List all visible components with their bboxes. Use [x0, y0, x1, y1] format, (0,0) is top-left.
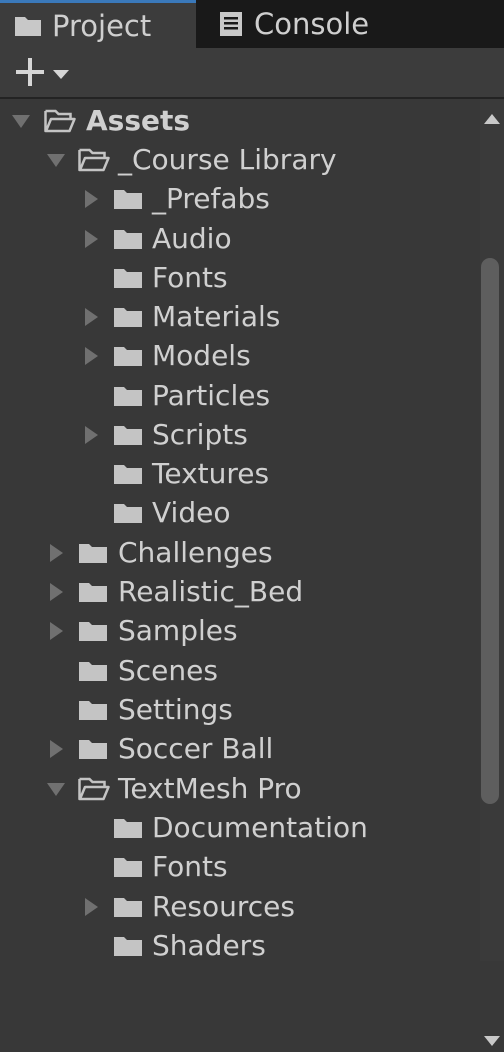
folder-icon	[78, 651, 110, 690]
tree-item-resources[interactable]: Resources	[0, 887, 480, 926]
tree-item-label: Resources	[152, 890, 295, 923]
expand-arrow-right-icon[interactable]	[78, 415, 104, 454]
expand-arrow-right-icon[interactable]	[43, 611, 69, 650]
tree-item-label: Soccer Ball	[118, 732, 274, 765]
tree-item-audio[interactable]: Audio	[0, 219, 480, 258]
tree-item-textures[interactable]: Textures	[0, 454, 480, 493]
expand-arrow-right-icon[interactable]	[78, 887, 104, 926]
tree-item-label: Challenges	[118, 536, 273, 569]
tree-item-label: Documentation	[152, 811, 368, 844]
tree-item-challenges[interactable]: Challenges	[0, 533, 480, 572]
expand-arrow-right-icon[interactable]	[78, 219, 104, 258]
expand-arrow-right-icon[interactable]	[43, 729, 69, 768]
tree-item-label: Fonts	[152, 850, 228, 883]
folder-icon	[113, 454, 145, 493]
tree-item-label: Textures	[152, 457, 270, 490]
tree-item-realistic-bed[interactable]: Realistic_Bed	[0, 572, 480, 611]
tab-bar: Project Console	[0, 0, 504, 48]
expand-arrow-down-icon[interactable]	[43, 140, 69, 179]
tree-item-materials[interactable]: Materials	[0, 297, 480, 336]
toolbar	[0, 48, 504, 99]
tree-item-label: Fonts	[152, 261, 228, 294]
expand-arrow-right-icon[interactable]	[78, 297, 104, 336]
folder-icon	[113, 493, 145, 532]
folder-icon	[113, 258, 145, 297]
expand-arrow-right-icon[interactable]	[43, 572, 69, 611]
tree-item-assets[interactable]: Assets	[0, 101, 480, 140]
tree-item-fonts[interactable]: Fonts	[0, 847, 480, 886]
tree-item-label: Scenes	[118, 654, 218, 687]
tab-console[interactable]: Console	[218, 0, 369, 48]
tree-item-samples[interactable]: Samples	[0, 611, 480, 650]
folder-icon	[113, 847, 145, 886]
caret-down-icon	[52, 65, 70, 84]
tree-item-shaders[interactable]: Shaders	[0, 926, 480, 961]
scroll-down-arrow-icon[interactable]	[482, 1033, 502, 1052]
folder-icon	[113, 415, 145, 454]
folder-icon	[113, 926, 145, 961]
tree-item-particles[interactable]: Particles	[0, 376, 480, 415]
tab-project[interactable]: Project	[0, 0, 196, 48]
tree-item-label: Assets	[86, 104, 191, 137]
tree-item-settings[interactable]: Settings	[0, 690, 480, 729]
folder-icon	[113, 336, 145, 375]
tree-item-label: Video	[152, 496, 231, 529]
tab-label: Console	[254, 7, 370, 41]
tree-item-documentation[interactable]: Documentation	[0, 808, 480, 847]
tree-item-label: _Course Library	[118, 143, 337, 176]
tree-item-prefabs[interactable]: _Prefabs	[0, 179, 480, 218]
folder-icon	[113, 808, 145, 847]
folder-icon	[113, 376, 145, 415]
folder-icon	[113, 179, 145, 218]
expand-arrow-right-icon[interactable]	[78, 179, 104, 218]
expand-arrow-down-icon[interactable]	[43, 769, 69, 808]
folder-icon	[78, 690, 110, 729]
tree-item-label: Particles	[152, 379, 271, 412]
expand-arrow-right-icon[interactable]	[43, 533, 69, 572]
folder-icon	[113, 219, 145, 258]
add-asset-button[interactable]	[14, 58, 70, 90]
tree-item-textmesh-pro[interactable]: TextMesh Pro	[0, 769, 480, 808]
project-tree: Assets _Course Library _Prefabs Audio Fonts M…	[0, 99, 480, 961]
tree-item-label: Settings	[118, 693, 233, 726]
tree-item-video[interactable]: Video	[0, 493, 480, 532]
tree-item-label: Scripts	[152, 418, 248, 451]
tree-item-label: TextMesh Pro	[118, 772, 302, 805]
scroll-up-arrow-icon[interactable]	[482, 111, 502, 130]
tab-label: Project	[52, 8, 152, 43]
tree-item-models[interactable]: Models	[0, 336, 480, 375]
expand-arrow-down-icon[interactable]	[8, 101, 34, 140]
tree-item-label: Shaders	[152, 929, 266, 961]
tree-item-label: Materials	[152, 300, 281, 333]
tree-item-label: Realistic_Bed	[118, 575, 304, 608]
tree-item-label: Samples	[118, 614, 238, 647]
folder-icon	[113, 887, 145, 926]
tree-item-label: Models	[152, 339, 251, 372]
folder-icon	[78, 533, 110, 572]
tree-item-fonts[interactable]: Fonts	[0, 258, 480, 297]
tree-item-soccer-ball[interactable]: Soccer Ball	[0, 729, 480, 768]
expand-arrow-right-icon[interactable]	[78, 336, 104, 375]
tree-item-scripts[interactable]: Scripts	[0, 415, 480, 454]
plus-icon	[14, 56, 46, 92]
folder-open-icon	[78, 140, 110, 179]
tree-item-label: _Prefabs	[152, 182, 270, 215]
folder-icon	[78, 729, 110, 768]
folder-open-icon	[78, 769, 110, 808]
tree-item-label: Audio	[152, 222, 232, 255]
scrollbar-thumb[interactable]	[481, 258, 499, 804]
folder-icon	[78, 572, 110, 611]
folder-open-icon	[44, 101, 76, 140]
folder-icon	[113, 297, 145, 336]
folder-icon	[78, 611, 110, 650]
tree-item-scenes[interactable]: Scenes	[0, 651, 480, 690]
console-icon	[218, 11, 244, 37]
tree-item-course-library[interactable]: _Course Library	[0, 140, 480, 179]
folder-icon	[14, 15, 42, 37]
